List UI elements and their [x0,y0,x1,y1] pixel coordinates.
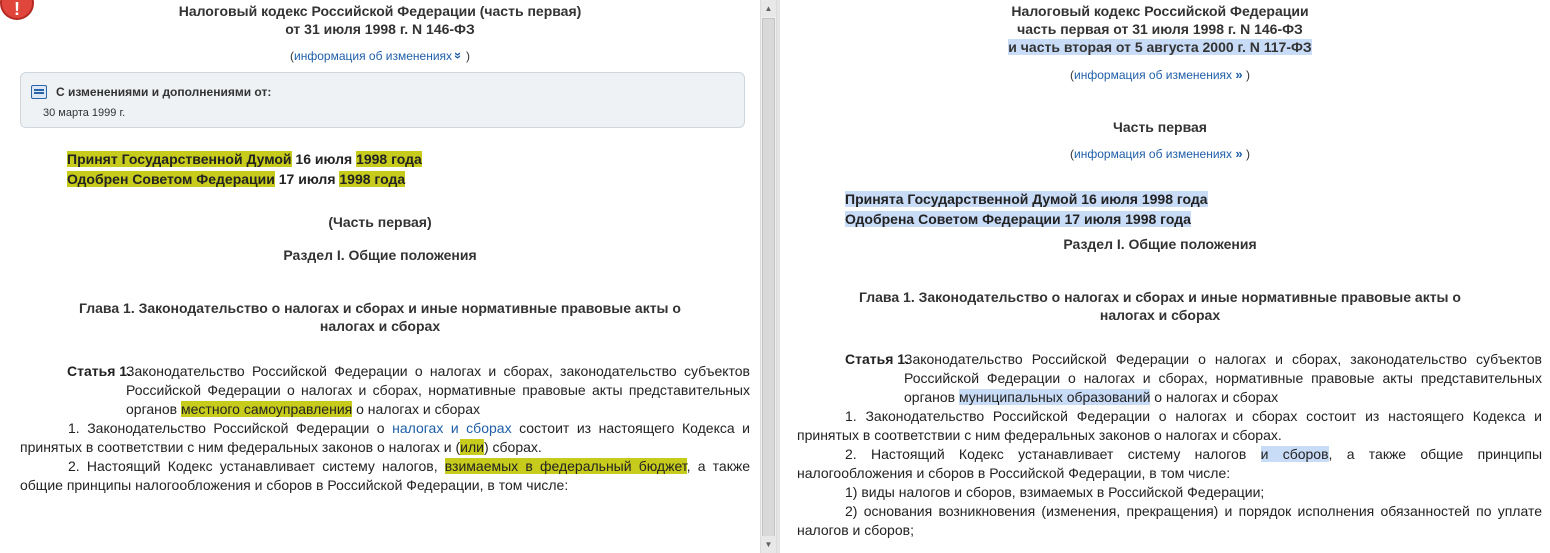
left-paragraph-1: 1. Законодательство Российской Федерации… [20,419,750,457]
right-adopt-line1: Принята Государственной Думой 16 июля 19… [845,191,1208,207]
left-part-title: (Часть первая) [328,214,432,230]
left-chapter-line1: Глава 1. Законодательство о налогах и сб… [79,300,681,316]
left-info-changes: (информация об изменениях » ) [0,48,760,63]
right-info-changes-top: (информация об изменениях » ) [780,67,1540,82]
left-p1-c: ) сборах. [483,439,542,455]
left-art-title-hl: местного самоуправления [181,401,353,417]
left-adopt-rest1: 16 июля [291,151,357,167]
chevron-right-icon[interactable]: » [1235,67,1242,82]
right-title-line1: Налоговый кодекс Российской Федерации [1011,3,1309,19]
scroll-up-icon[interactable]: ▲ [761,0,776,17]
left-adopt-line2: Одобрен Советом Федерации 17 июля 1998 г… [67,169,422,189]
changes-box: С изменениями и дополнениями от: 30 март… [20,72,745,128]
left-info-close: ) [465,49,470,63]
chevron-right-icon[interactable]: » [1235,146,1242,161]
right-adoption-block: Принята Государственной Думой 16 июля 19… [845,189,1208,229]
left-adopt-hl1: Принят Государственной Думой [67,151,292,167]
right-part-title: Часть первая [1113,119,1207,135]
right-article-label: Статья 1. [845,351,909,367]
left-title-line1: Налоговый кодекс Российской Федерации (ч… [178,3,582,19]
right-info-changes-link-top[interactable]: информация об изменениях [1074,68,1232,82]
scroll-thumb[interactable] [762,18,775,538]
right-p2-a: 2. Настоящий Кодекс устанавливает систем… [845,446,1261,462]
taxes-and-fees-link[interactable]: налогах и сборах [392,420,511,436]
right-chapter-line1: Глава 1. Законодательство о налогах и сб… [859,289,1461,305]
right-article-1: Статья 1. Законодательство Российской Фе… [797,350,1542,540]
right-title-line3: и часть вторая от 5 августа 2000 г. N 11… [1008,39,1312,55]
left-art-title-b: о налогах и сборах [352,401,480,417]
left-info-changes-link[interactable]: информация об изменениях [294,49,452,63]
right-document-pane[interactable]: Налоговый кодекс Российской Федерации ча… [780,0,1550,553]
right-article-heading: Законодательство Российской Федерации о … [904,350,1542,407]
vertical-scrollbar[interactable]: ▲ ▼ [760,0,777,553]
left-p1-a: 1. Законодательство Российской Федерации… [68,420,393,436]
right-paragraph-2: 2. Настоящий Кодекс устанавливает систем… [797,445,1542,483]
left-paragraph-2: 2. Настоящий Кодекс устанавливает систем… [20,457,750,495]
right-info-close-part: ) [1245,147,1250,161]
right-chapter-line2: налогах и сборах [1099,307,1221,323]
document-list-icon [31,85,47,99]
chevron-down-icon[interactable]: » [452,52,467,59]
changes-date: 30 марта 1999 г. [43,107,126,119]
left-p1-hl: или [460,439,484,455]
right-paragraph-1: 1. Законодательство Российской Федерации… [797,408,1542,443]
left-document-title: Налоговый кодекс Российской Федерации (ч… [0,2,760,38]
left-chapter-title: Глава 1. Законодательство о налогах и сб… [0,299,760,335]
left-chapter-line2: налогах и сборах [319,318,441,334]
left-adopt-line1: Принят Государственной Думой 16 июля 199… [67,149,422,169]
right-info-close-top: ) [1245,68,1250,82]
right-info-changes-link-part[interactable]: информация об изменениях [1074,147,1232,161]
right-title-line2: часть первая от 31 июля 1998 г. N 146-ФЗ [1017,21,1303,37]
left-adopt-hl2: Одобрен Советом Федерации [67,171,275,187]
left-adopt-hl2b: 1998 года [339,171,406,187]
left-article-label: Статья 1. [67,363,131,379]
right-paragraph-3: 1) виды налогов и сборов, взимаемых в Ро… [845,484,1265,500]
right-document-title: Налоговый кодекс Российской Федерации ча… [780,2,1540,56]
right-art-title-b: о налогах и сборах [1150,389,1279,405]
right-paragraph-4: 2) основания возникновения (изменения, п… [797,503,1542,538]
right-chapter-title: Глава 1. Законодательство о налогах и сб… [780,288,1540,324]
left-article-1: Статья 1. Законодательство Российской Фе… [20,362,750,495]
left-p2-hl: взимаемых в федеральный бюджет [444,458,687,474]
changes-label: С изменениями и дополнениями от: [56,85,272,99]
right-adopt-line2: Одобрена Советом Федерации 17 июля 1998 … [845,211,1191,227]
left-article-heading: Законодательство Российской Федерации о … [126,362,750,419]
right-p2-hl: и сборов [1260,446,1329,462]
scroll-down-icon[interactable]: ▼ [761,536,776,553]
left-title-line2: от 31 июля 1998 г. N 146-ФЗ [285,21,475,37]
left-section-title: Раздел I. Общие положения [283,247,477,263]
right-info-changes-part: (информация об изменениях » ) [780,146,1540,161]
left-adopt-rest2: 17 июля [274,171,340,187]
left-adoption-block: Принят Государственной Думой 16 июля 199… [67,149,422,189]
right-section-title: Раздел I. Общие положения [1063,236,1257,252]
left-p2-a: 2. Настоящий Кодекс устанавливает систем… [68,458,445,474]
right-art-title-hl: муниципальных образований [959,389,1151,405]
left-adopt-hl1b: 1998 года [356,151,422,167]
left-document-pane[interactable]: ! Налоговый кодекс Российской Федерации … [0,0,760,553]
